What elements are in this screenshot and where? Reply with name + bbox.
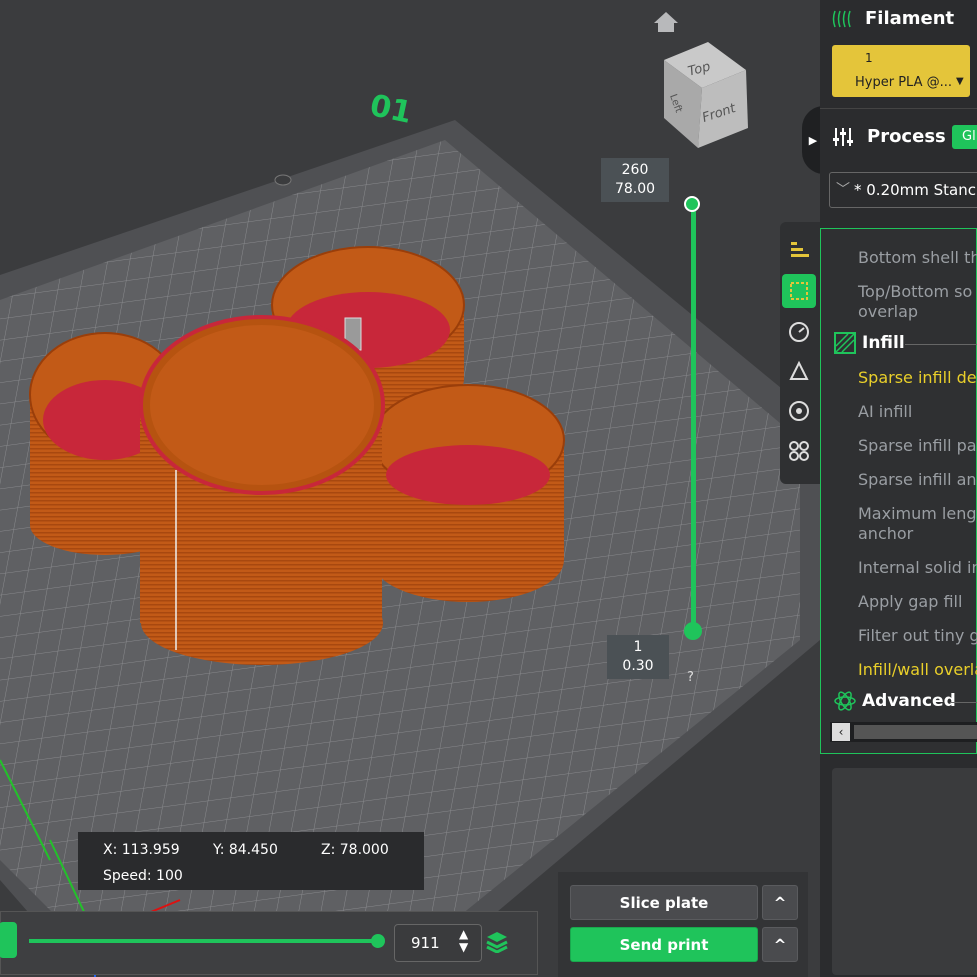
model-cup-front: [139, 315, 385, 665]
filament-title: Filament: [865, 8, 955, 29]
scroll-thumb[interactable]: [854, 725, 977, 739]
filament-slot-1[interactable]: 1 Hyper PLA @... ▼: [832, 45, 970, 97]
filament-icon: [832, 8, 852, 30]
panel-collapse-toggle[interactable]: ▶: [802, 106, 820, 174]
modifier-icon[interactable]: [782, 434, 816, 468]
move-value[interactable]: 911: [411, 934, 440, 952]
notification-area: [832, 768, 977, 975]
advanced-icon: [834, 690, 856, 712]
view-cube[interactable]: Top Left Front: [660, 40, 760, 150]
help-icon[interactable]: ?: [687, 670, 694, 685]
coord-z: Z: 78.000: [321, 842, 389, 858]
dropdown-arrow-icon[interactable]: ▼: [956, 76, 964, 87]
param-infill-wall-overlap[interactable]: Infill/wall overla: [858, 660, 977, 679]
support-icon[interactable]: [782, 354, 816, 388]
layer-bottom-height: 0.30: [622, 658, 654, 674]
param-filter-tiny-gaps[interactable]: Filter out tiny g: [858, 626, 977, 645]
section-advanced[interactable]: Advanced: [862, 691, 956, 711]
process-sliders-icon: [832, 126, 854, 148]
param-internal-solid-infill[interactable]: Internal solid in: [858, 558, 977, 577]
param-sparse-infill-pattern[interactable]: Sparse infill pat: [858, 436, 977, 455]
param-ai-infill[interactable]: AI infill: [858, 402, 912, 421]
coord-y: Y: 84.450: [213, 842, 278, 858]
layer-slider-bottom-handle[interactable]: [684, 622, 702, 640]
3d-viewport[interactable]: 01 Top Left Front 260 78.00 1 0.30 ? ▶ X…: [0, 0, 820, 977]
horizontal-scrollbar[interactable]: ‹: [830, 722, 977, 742]
move-value-spinbox[interactable]: 911 ▲ ▼: [394, 924, 482, 962]
chevron-down-icon: ﹀: [836, 182, 850, 198]
seam-icon[interactable]: [782, 394, 816, 428]
param-bottom-shell[interactable]: Bottom shell th: [858, 248, 977, 267]
divider: [820, 108, 977, 109]
preset-name: * 0.20mm Stanc: [854, 181, 977, 199]
slice-plate-button[interactable]: Slice plate: [570, 885, 758, 920]
param-top-bottom-overlap-line2: overlap: [858, 302, 919, 321]
param-sparse-infill-anchor[interactable]: Sparse infill anc: [858, 470, 977, 489]
section-infill[interactable]: Infill: [862, 333, 905, 353]
section-divider: [950, 702, 977, 703]
global-tab[interactable]: Gl: [952, 125, 977, 149]
play-button[interactable]: [0, 922, 17, 958]
preset-dropdown[interactable]: ﹀ * 0.20mm Stanc: [829, 172, 977, 208]
param-max-anchor-length-line2: anchor: [858, 524, 914, 543]
layers-stack-icon[interactable]: [485, 929, 511, 955]
layer-view-icon[interactable]: [782, 274, 816, 308]
filament-slot-number: 1: [865, 51, 873, 65]
param-top-bottom-overlap[interactable]: Top/Bottom so: [858, 282, 972, 301]
scroll-left-icon[interactable]: ‹: [832, 723, 850, 741]
speed-icon[interactable]: [782, 314, 816, 348]
layer-top-label: 260 78.00: [601, 158, 669, 202]
layer-slider-top-handle[interactable]: [684, 196, 700, 212]
layer-bottom-label: 1 0.30: [607, 635, 669, 679]
filament-slot-name: Hyper PLA @...: [855, 75, 952, 90]
layers-icon[interactable]: [782, 232, 816, 266]
coord-x: X: 113.959: [103, 842, 180, 858]
layer-top-height: 78.00: [614, 181, 656, 197]
model-cup-right: [371, 384, 565, 602]
param-sparse-infill-density[interactable]: Sparse infill der: [858, 368, 977, 387]
plate-screw: [274, 174, 292, 186]
slice-options-button[interactable]: ^: [762, 885, 798, 920]
home-icon[interactable]: [652, 10, 680, 34]
layer-top-number: 260: [621, 162, 649, 178]
infill-icon: [834, 332, 856, 354]
move-slider-bar: 911 ▲ ▼: [0, 911, 538, 975]
send-options-button[interactable]: ^: [762, 927, 798, 962]
spin-arrows-icon[interactable]: ▲ ▼: [459, 928, 468, 954]
move-slider-track[interactable]: [29, 939, 379, 943]
process-title: Process: [867, 126, 946, 147]
send-print-button[interactable]: Send print: [570, 927, 758, 962]
param-max-anchor-length[interactable]: Maximum lengt: [858, 504, 977, 523]
param-apply-gap-fill[interactable]: Apply gap fill: [858, 592, 962, 611]
move-slider-handle[interactable]: [371, 934, 385, 948]
section-divider: [905, 344, 977, 345]
coord-speed: Speed: 100: [103, 868, 183, 884]
layer-slider-track[interactable]: [691, 205, 696, 631]
coords-readout: X: 113.959 Y: 84.450 Z: 78.000 Speed: 10…: [78, 832, 424, 890]
layer-bottom-number: 1: [633, 639, 643, 655]
